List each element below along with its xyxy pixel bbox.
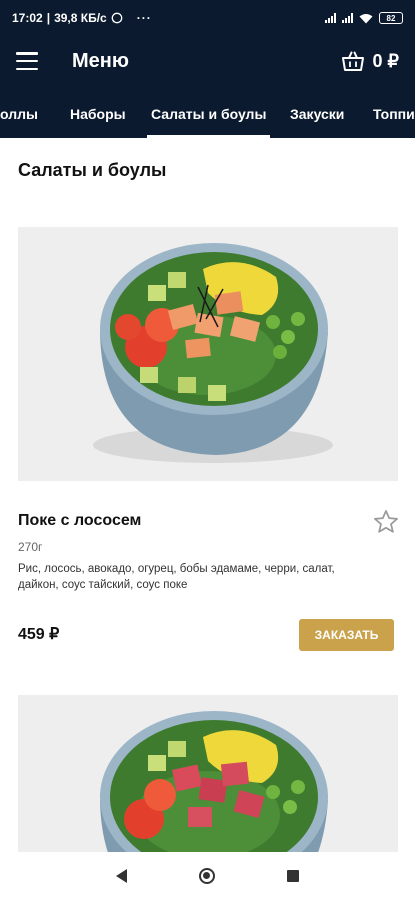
cart-total: 0 ₽ xyxy=(372,50,399,71)
tab-rolls[interactable]: Роллы xyxy=(0,86,38,138)
product-price: 459 ₽ xyxy=(18,626,60,643)
whatsapp-icon xyxy=(111,12,123,24)
status-time: 17:02 xyxy=(12,11,43,25)
tab-salads-bowls[interactable]: Салаты и боулы xyxy=(146,86,271,138)
wifi-icon xyxy=(359,13,373,23)
product-name: Поке с лососем xyxy=(18,512,142,529)
section-title: Салаты и боулы xyxy=(18,160,167,180)
tab-toppings[interactable]: Топпинги xyxy=(373,86,415,138)
product-weight: 270г xyxy=(18,540,43,554)
category-tabs: Роллы Наборы Салаты и боулы Закуски Топп… xyxy=(0,86,415,138)
product-description: Рис, лосось, авокадо, огурец, бобы эдама… xyxy=(18,563,335,591)
signal-icon xyxy=(325,13,336,23)
product-image[interactable] xyxy=(18,227,398,481)
back-icon[interactable] xyxy=(116,869,127,883)
cart-button[interactable]: 0 ₽ xyxy=(341,50,399,72)
signal-icon-2 xyxy=(342,13,353,23)
home-icon[interactable] xyxy=(199,868,215,884)
status-speed: 39,8 КБ/с xyxy=(54,11,107,25)
product-image-2[interactable] xyxy=(18,695,398,852)
system-nav-bar xyxy=(0,852,415,900)
status-separator: | xyxy=(46,11,51,25)
battery-icon: 82 xyxy=(379,12,403,24)
page-title: Меню xyxy=(72,49,129,72)
hamburger-icon[interactable] xyxy=(16,52,38,70)
basket-icon xyxy=(341,51,364,71)
tab-sets[interactable]: Наборы xyxy=(70,86,126,138)
status-bar: 17:02 | 39,8 КБ/с ··· 82 xyxy=(0,0,415,36)
tab-snacks[interactable]: Закуски xyxy=(290,86,344,138)
app-bar: Меню 0 ₽ xyxy=(0,36,415,86)
star-outline-icon[interactable] xyxy=(372,508,400,536)
status-left: 17:02 | 39,8 КБ/с ··· xyxy=(12,11,152,25)
recents-icon[interactable] xyxy=(287,870,299,882)
status-overflow-dots: ··· xyxy=(136,11,152,25)
order-button[interactable]: ЗАКАЗАТЬ xyxy=(299,619,394,651)
status-right: 82 xyxy=(325,12,403,24)
